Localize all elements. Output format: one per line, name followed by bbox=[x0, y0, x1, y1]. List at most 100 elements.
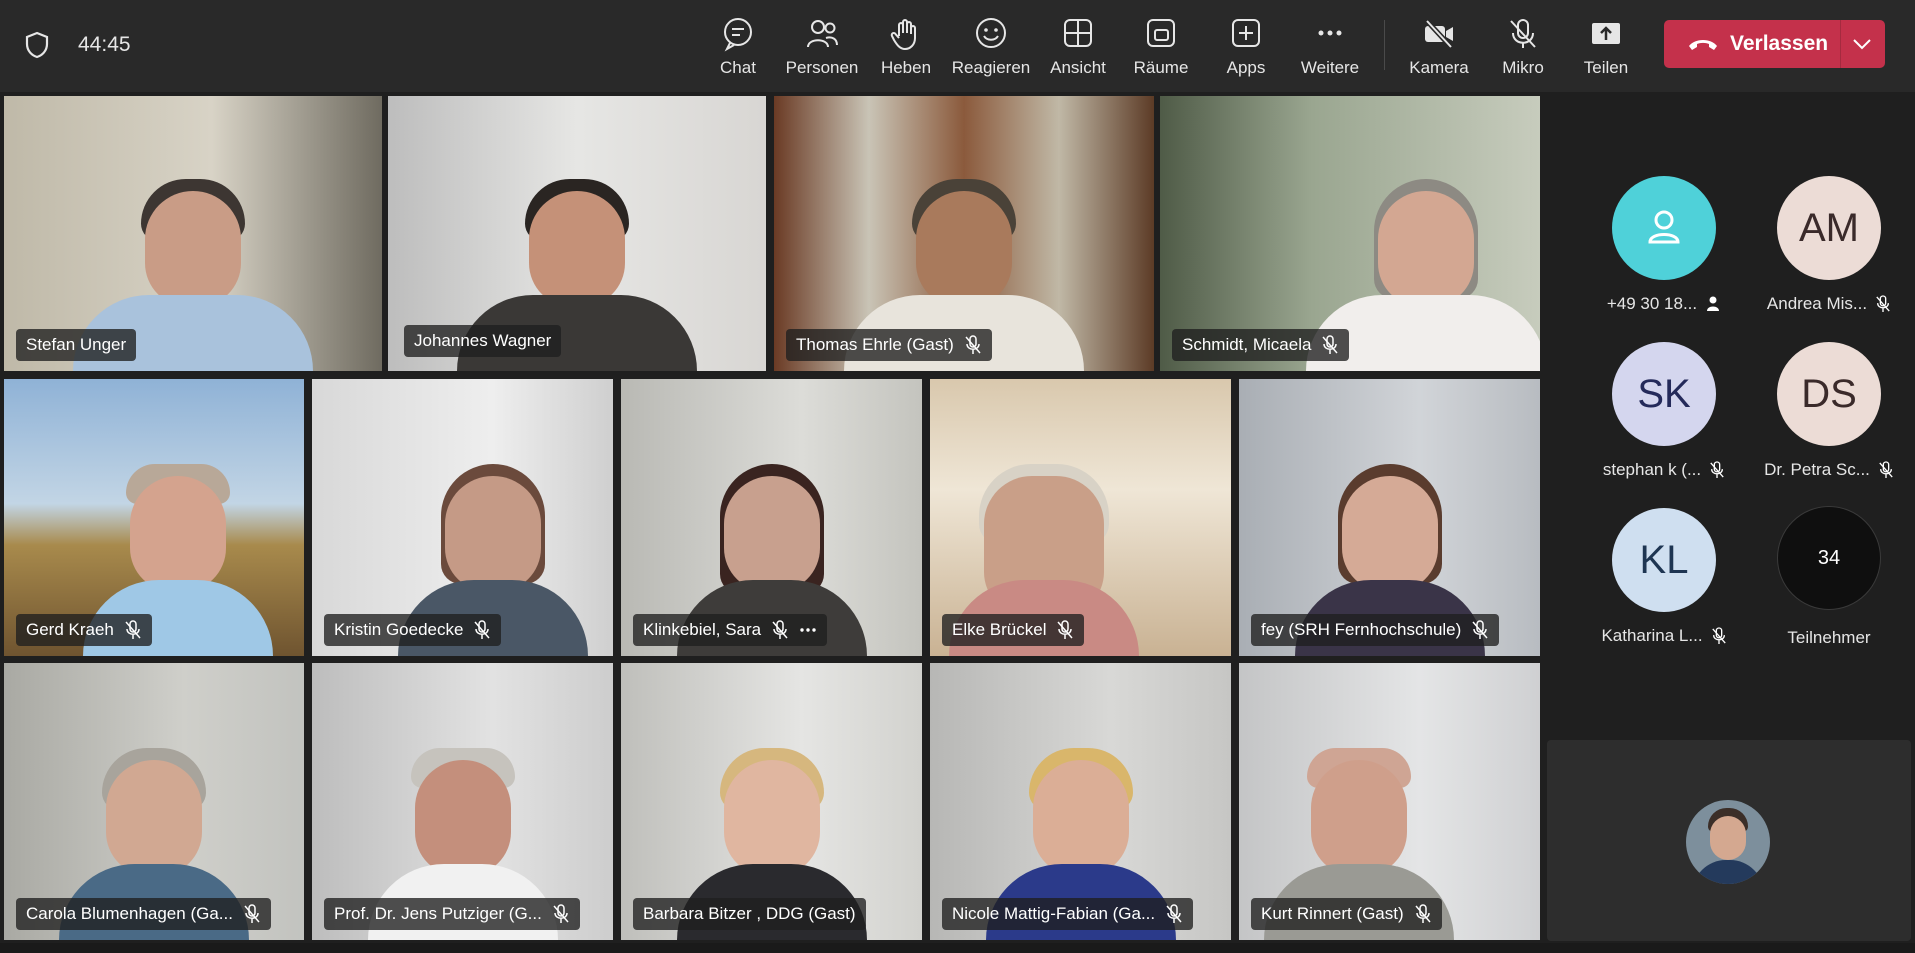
participant-avatar[interactable]: AM Andrea Mis... bbox=[1754, 176, 1904, 326]
participant-name-tag: Carola Blumenhagen (Ga... bbox=[16, 898, 271, 930]
video-tile[interactable]: fey (SRH Fernhochschule) bbox=[1239, 379, 1540, 656]
participant-name-tag: fey (SRH Fernhochschule) bbox=[1251, 614, 1500, 646]
mic-muted-icon bbox=[125, 620, 141, 639]
participant-name-tag: Barbara Bitzer , DDG (Gast) bbox=[633, 898, 866, 930]
video-tile[interactable]: Prof. Dr. Jens Putziger (G... bbox=[312, 663, 613, 940]
mic-muted-icon bbox=[553, 904, 569, 923]
mic-button[interactable]: Mikro bbox=[1502, 14, 1544, 78]
participant-name-tag: Elke Brückel bbox=[942, 614, 1085, 646]
meeting-timer: 44:45 bbox=[78, 33, 131, 56]
view-label: Ansicht bbox=[1050, 58, 1106, 77]
mic-label: Mikro bbox=[1502, 58, 1544, 77]
mic-muted-icon bbox=[244, 904, 260, 923]
participant-avatar[interactable]: KL Katharina L... bbox=[1589, 508, 1739, 658]
participant-avatar[interactable]: SK stephan k (... bbox=[1589, 342, 1739, 492]
mic-off-icon bbox=[1510, 19, 1536, 48]
apps-label: Apps bbox=[1226, 58, 1266, 77]
chat-button[interactable]: Chat bbox=[719, 14, 757, 78]
react-label: Reagieren bbox=[951, 58, 1031, 77]
video-tile[interactable]: Nicole Mattig-Fabian (Ga... bbox=[930, 663, 1231, 940]
participant-name-tag: Johannes Wagner bbox=[404, 325, 562, 357]
participant-name-tag: Kristin Goedecke bbox=[324, 614, 502, 646]
video-tile[interactable]: Klinkebiel, Sara bbox=[621, 379, 922, 656]
video-tile[interactable]: Thomas Ehrle (Gast) bbox=[774, 96, 1154, 371]
mic-muted-icon bbox=[1711, 627, 1726, 644]
phone-user-icon bbox=[1707, 296, 1720, 311]
leave-label: Verlassen bbox=[1730, 32, 1829, 55]
video-tile[interactable]: Barbara Bitzer , DDG (Gast) bbox=[621, 663, 922, 940]
mic-muted-icon bbox=[772, 620, 788, 639]
video-tile[interactable]: Stefan Unger bbox=[4, 96, 382, 371]
leave-divider bbox=[1840, 20, 1841, 68]
hand-icon bbox=[890, 19, 916, 51]
raise-hand-button[interactable]: Heben bbox=[881, 14, 931, 78]
self-view-tile[interactable] bbox=[1547, 740, 1911, 941]
mic-muted-icon bbox=[1166, 904, 1182, 923]
rooms-icon bbox=[1147, 19, 1175, 47]
avatar: DS bbox=[1777, 342, 1881, 446]
view-button[interactable]: Ansicht bbox=[1050, 14, 1106, 78]
phone-hangup-icon bbox=[1689, 40, 1717, 50]
mic-muted-icon bbox=[474, 620, 491, 639]
avatar-label: Dr. Petra Sc... bbox=[1764, 460, 1894, 480]
rooms-button[interactable]: Räume bbox=[1134, 14, 1188, 78]
participant-name-tag: Nicole Mattig-Fabian (Ga... bbox=[942, 898, 1194, 930]
overflow-label: Teilnehmer bbox=[1787, 628, 1871, 647]
people-label: Personen bbox=[785, 58, 859, 77]
more-label: Weitere bbox=[1300, 58, 1360, 77]
avatar: SK bbox=[1612, 342, 1716, 446]
video-tile-active-speaker[interactable]: Johannes Wagner bbox=[388, 96, 766, 371]
mic-muted-icon bbox=[1415, 904, 1431, 923]
mic-muted-icon bbox=[1322, 335, 1339, 354]
shield-icon[interactable] bbox=[24, 31, 50, 59]
mic-muted-icon bbox=[965, 335, 981, 354]
participant-avatar[interactable]: +49 30 18... bbox=[1589, 176, 1739, 326]
participant-name-tag: Gerd Kraeh bbox=[16, 614, 152, 646]
video-tile[interactable]: Elke Brückel bbox=[930, 379, 1231, 656]
video-grid: Stefan Unger Johannes Wagner Thomas Ehrl… bbox=[0, 92, 1545, 953]
chat-label: Chat bbox=[720, 58, 756, 77]
avatar-label: +49 30 18... bbox=[1607, 294, 1721, 314]
self-avatar bbox=[1686, 800, 1770, 884]
mic-muted-icon bbox=[1710, 461, 1724, 478]
participant-name-tag: Klinkebiel, Sara bbox=[633, 614, 828, 646]
teams-meeting-window: 44:45 Chat Personen Heben Reagieren Ansi… bbox=[0, 0, 1915, 953]
smiley-icon bbox=[976, 18, 1006, 48]
window-bottom-edge bbox=[0, 943, 1915, 953]
participant-avatar[interactable]: DS Dr. Petra Sc... bbox=[1754, 342, 1904, 492]
video-tile[interactable]: Carola Blumenhagen (Ga... bbox=[4, 663, 304, 940]
people-icon bbox=[807, 20, 838, 48]
more-options-icon[interactable] bbox=[799, 620, 817, 640]
chat-icon bbox=[724, 18, 752, 52]
people-button[interactable]: Personen bbox=[785, 14, 859, 78]
share-button[interactable]: Teilen bbox=[1584, 14, 1628, 78]
avatar bbox=[1612, 176, 1716, 280]
camera-button[interactable]: Kamera bbox=[1409, 14, 1469, 78]
react-button[interactable]: Reagieren bbox=[951, 14, 1031, 78]
apps-button[interactable]: Apps bbox=[1226, 14, 1266, 78]
raise-hand-label: Heben bbox=[880, 58, 932, 77]
leave-button[interactable]: Verlassen bbox=[1664, 20, 1885, 68]
participant-name-tag: Kurt Rinnert (Gast) bbox=[1251, 898, 1442, 930]
video-tile[interactable]: Gerd Kraeh bbox=[4, 379, 304, 656]
share-label: Teilen bbox=[1583, 58, 1629, 77]
mic-muted-icon bbox=[1879, 461, 1893, 478]
more-button[interactable]: Weitere bbox=[1301, 14, 1359, 78]
camera-label: Kamera bbox=[1409, 58, 1469, 77]
avatar-label: Andrea Mis... bbox=[1767, 294, 1891, 314]
video-tile[interactable]: Kurt Rinnert (Gast) bbox=[1239, 663, 1540, 940]
participant-name-tag: Prof. Dr. Jens Putziger (G... bbox=[324, 898, 580, 930]
video-tile[interactable]: Kristin Goedecke bbox=[312, 379, 613, 656]
video-tile[interactable]: Schmidt, Micaela bbox=[1160, 96, 1540, 371]
participant-name-tag: Schmidt, Micaela bbox=[1172, 329, 1350, 361]
participants-overflow-button[interactable]: 34 Teilnehmer bbox=[1754, 506, 1904, 656]
participant-name-tag: Thomas Ehrle (Gast) bbox=[786, 329, 992, 361]
chevron-down-icon[interactable] bbox=[1850, 32, 1874, 56]
grid-view-icon bbox=[1064, 19, 1092, 47]
more-dots-icon bbox=[1318, 30, 1342, 36]
toolbar-divider bbox=[1384, 20, 1385, 70]
share-screen-icon bbox=[1592, 23, 1620, 44]
avatar: KL bbox=[1612, 508, 1716, 612]
participant-name-tag: Stefan Unger bbox=[16, 329, 137, 361]
avatar-label: Katharina L... bbox=[1601, 626, 1726, 646]
